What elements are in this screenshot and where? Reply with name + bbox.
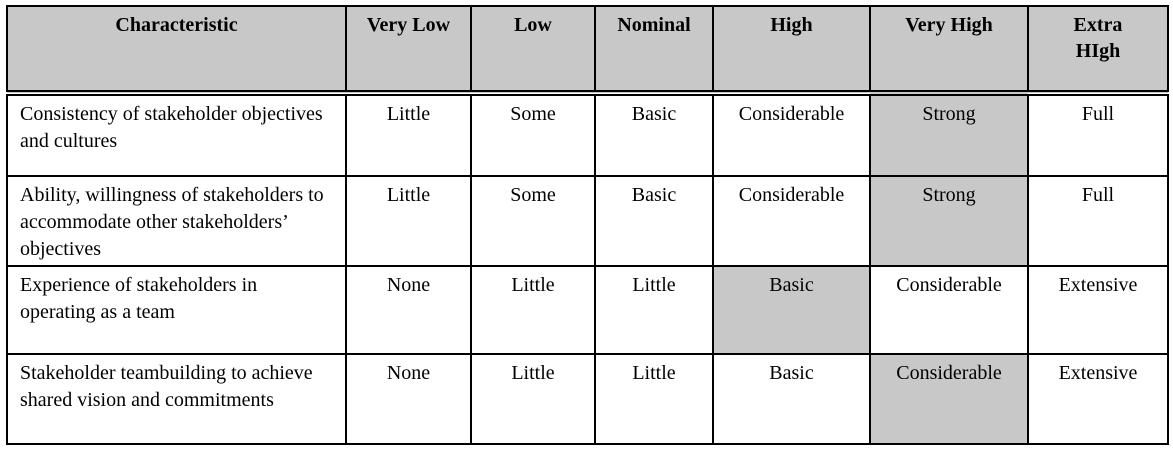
cell-nominal: Little — [594, 353, 714, 445]
cell-very-low: None — [345, 265, 472, 355]
rating-scale-table: Characteristic Very Low Low Nominal High… — [6, 5, 1169, 445]
cell-very-high: Considerable — [869, 353, 1029, 445]
row-characteristic: Experience of stakeholders in operating … — [6, 265, 347, 355]
header-very-low: Very Low — [345, 5, 472, 96]
header-nominal: Nominal — [594, 5, 714, 96]
cell-low: Some — [470, 175, 596, 267]
cell-nominal: Basic — [594, 92, 714, 177]
cell-low: Some — [470, 92, 596, 177]
table-row: Consistency of stakeholder objectives an… — [6, 92, 1169, 177]
table-row: Experience of stakeholders in operating … — [6, 265, 1169, 355]
cell-nominal: Little — [594, 265, 714, 355]
cell-high: Basic — [712, 265, 871, 355]
table-row: Ability, willingness of stakeholders to … — [6, 175, 1169, 267]
cell-nominal: Basic — [594, 175, 714, 267]
row-characteristic: Stakeholder teambuilding to achieve shar… — [6, 353, 347, 445]
table-row: Stakeholder teambuilding to achieve shar… — [6, 353, 1169, 445]
row-characteristic: Ability, willingness of stakeholders to … — [6, 175, 347, 267]
cell-extra-high: Full — [1027, 92, 1169, 177]
row-characteristic: Consistency of stakeholder objectives an… — [6, 92, 347, 177]
header-extra-high: Extra HIgh — [1027, 5, 1169, 96]
cell-high: Considerable — [712, 92, 871, 177]
cell-high: Basic — [712, 353, 871, 445]
header-row: Characteristic Very Low Low Nominal High… — [6, 5, 1169, 96]
cell-extra-high: Extensive — [1027, 353, 1169, 445]
header-characteristic: Characteristic — [6, 5, 347, 96]
cell-very-high: Considerable — [869, 265, 1029, 355]
cell-low: Little — [470, 265, 596, 355]
cell-extra-high: Full — [1027, 175, 1169, 267]
cell-high: Considerable — [712, 175, 871, 267]
header-high: High — [712, 5, 871, 96]
header-very-high: Very High — [869, 5, 1029, 96]
cell-very-low: None — [345, 353, 472, 445]
header-low: Low — [470, 5, 596, 96]
cell-low: Little — [470, 353, 596, 445]
cell-very-high: Strong — [869, 175, 1029, 267]
cell-very-low: Little — [345, 92, 472, 177]
cell-very-low: Little — [345, 175, 472, 267]
cell-extra-high: Extensive — [1027, 265, 1169, 355]
cell-very-high: Strong — [869, 92, 1029, 177]
